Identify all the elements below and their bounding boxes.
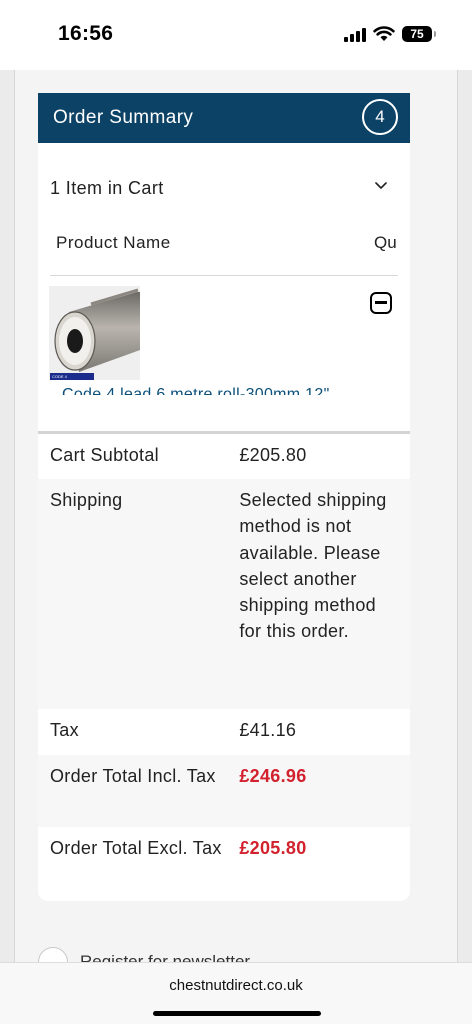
table-divider [50,275,398,276]
order-total-incl-label: Order Total Incl. Tax [50,766,216,786]
product-row-spacer [38,395,410,431]
subtotal-row: Cart Subtotal £205.80 [38,434,410,479]
quantity-header: Qu [374,233,397,252]
checkout-page: Order Summary 4 1 Item in Cart Product N… [0,70,472,962]
order-total-incl-row: Order Total Incl. Tax £246.96 [38,755,410,827]
tax-row: Tax £41.16 [38,709,410,755]
subtotal-value: £205.80 [239,445,307,465]
items-in-cart-label: 1 Item in Cart [50,178,164,198]
tax-label: Tax [50,720,79,740]
browser-address-bar: chestnutdirect.co.uk [0,962,472,1024]
cellular-signal-icon [344,27,366,42]
order-summary-panel: Order Summary 4 1 Item in Cart Product N… [38,93,410,901]
tax-value: £41.16 [239,720,297,740]
product-image[interactable] [49,286,140,380]
chevron-down-icon[interactable] [374,179,388,193]
shipping-message: Selected shipping method is not availabl… [239,490,387,642]
url-text[interactable]: chestnutdirect.co.uk [0,977,472,994]
order-total-incl-value: £246.96 [239,766,307,786]
newsletter-checkbox[interactable] [38,947,68,962]
order-summary-title: Order Summary [53,107,194,128]
step-number-badge: 4 [362,99,398,135]
subtotal-label: Cart Subtotal [50,445,159,465]
order-total-excl-row: Order Total Excl. Tax £205.80 [38,827,410,901]
battery-icon: 75 [402,26,436,42]
product-name-link[interactable]: Code 4 lead 6 metre roll-300mm 12" [62,386,330,395]
status-bar: 16:56 75 [0,0,472,70]
order-total-excl-value: £205.80 [239,838,307,858]
product-name-header: Product Name [56,233,171,252]
product-table: Product Name Qu CODE 4 Code 4 lead 6 met… [38,225,410,395]
newsletter-option[interactable]: Register for newsletter [38,947,250,962]
newsletter-label: Register for newsletter [80,952,251,962]
items-in-cart-toggle[interactable]: 1 Item in Cart [38,143,410,225]
status-time: 16:56 [58,22,114,45]
home-indicator[interactable] [153,1011,321,1016]
status-icons: 75 [344,26,436,42]
shipping-label: Shipping [50,490,123,510]
shipping-row: Shipping Selected shipping method is not… [38,479,410,709]
order-totals: Cart Subtotal £205.80 Shipping Selected … [38,431,410,901]
product-image-code-tag: CODE 4 [50,373,94,380]
remove-item-button[interactable] [370,292,392,314]
lead-roll-illustration [49,286,140,380]
wifi-icon [373,26,395,41]
order-summary-header: Order Summary 4 [38,93,410,143]
order-total-excl-label: Order Total Excl. Tax [50,838,222,858]
